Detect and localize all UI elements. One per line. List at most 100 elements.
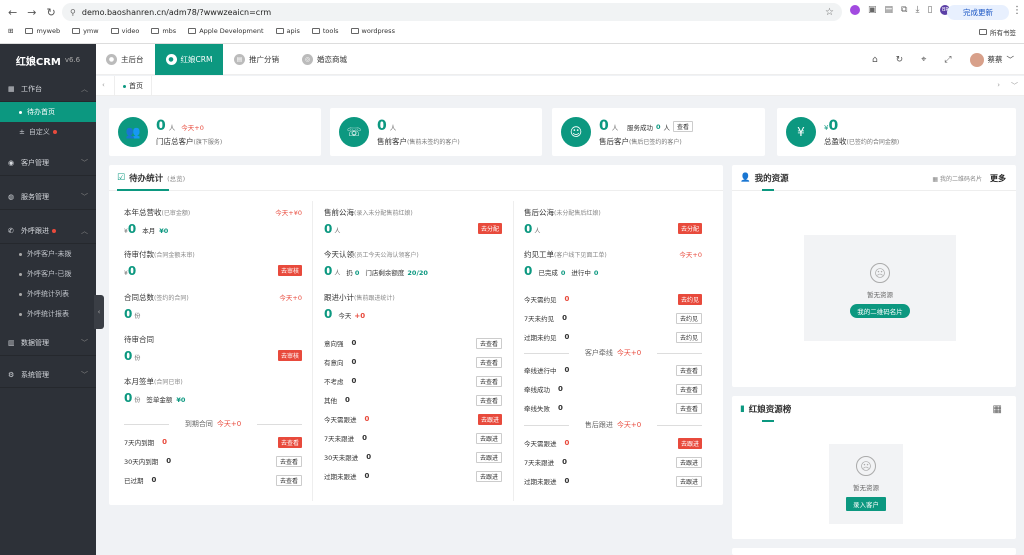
- bookmark-item[interactable]: tools: [311, 27, 339, 35]
- menu-service[interactable]: ◍ 服务管理 ﹀: [0, 184, 96, 210]
- home-icon[interactable]: ⌂: [872, 55, 878, 65]
- back-icon[interactable]: ←: [8, 6, 17, 19]
- view-button[interactable]: 去查看: [275, 474, 302, 486]
- bookmark-item[interactable]: Apple Development: [188, 27, 264, 35]
- bookmark-item[interactable]: apis: [275, 27, 300, 35]
- follow-up-button[interactable]: 去跟进: [475, 432, 502, 444]
- sidebar-item-outbound-undialed[interactable]: 外呼客户-未拨: [0, 244, 96, 264]
- all-bookmarks[interactable]: 所有书签: [979, 27, 1016, 37]
- site-info-icon[interactable]: ⚲: [70, 8, 76, 17]
- extensions: ▣ ▤ ⧉ ⤓ ▯ BR: [850, 5, 951, 15]
- view-button[interactable]: 去查看: [275, 455, 302, 467]
- menu-label: 自定义: [28, 128, 50, 136]
- sidebar-item-outbound-report[interactable]: 外呼统计报表: [0, 304, 96, 324]
- menu-workbench[interactable]: ▦ 工作台 ︿: [0, 76, 96, 102]
- item-value: 0: [524, 222, 533, 236]
- review-button[interactable]: 去审核: [277, 265, 302, 276]
- url-text[interactable]: demo.baoshanren.cn/adm78/?wwwzeaicn=crm: [82, 8, 271, 17]
- follow-up-button[interactable]: 去跟进: [477, 413, 502, 425]
- more-link[interactable]: 更多: [990, 173, 1006, 184]
- review-button[interactable]: 去审核: [277, 350, 302, 361]
- sidebar-item-todo-home[interactable]: 待办首页: [0, 102, 96, 122]
- tab-label: 婚恋商城: [317, 55, 347, 64]
- bookmark-star-icon[interactable]: ☆: [825, 7, 834, 18]
- split-icon[interactable]: ▯: [927, 5, 932, 15]
- claim-today: 今天认领(员工今天公海认领客户) 0 人扔 0 门店剩余额度 20/20: [324, 249, 502, 278]
- assign-button[interactable]: 去分配: [477, 223, 502, 234]
- view-button[interactable]: 去查看: [675, 402, 702, 414]
- qr-icon: ▦: [932, 176, 940, 183]
- extension-icon[interactable]: ▣: [868, 5, 877, 15]
- stat-number: 0: [599, 118, 609, 134]
- more-menu-icon[interactable]: ⋮: [1012, 5, 1022, 16]
- apps-icon[interactable]: ⊞: [8, 27, 13, 35]
- add-customer-button[interactable]: 录入客户: [846, 497, 886, 511]
- download-icon[interactable]: ⤓: [915, 5, 919, 15]
- view-button[interactable]: 去查看: [475, 337, 502, 349]
- view-button[interactable]: 去查看: [475, 356, 502, 368]
- list-item: 牵线失败 0 去查看: [524, 401, 702, 415]
- follow-up-button[interactable]: 去跟进: [675, 475, 702, 487]
- refresh-icon[interactable]: ↻: [896, 55, 904, 65]
- qr-code-icon[interactable]: ▦: [993, 404, 1002, 415]
- meet-button[interactable]: 去约见: [675, 312, 702, 324]
- qr-card-link[interactable]: ▦ 我的二维码名片: [932, 174, 982, 183]
- menu-data[interactable]: ▥ 数据管理 ﹀: [0, 330, 96, 356]
- update-button[interactable]: 完成更新: [947, 5, 1009, 20]
- stat-title: 总盈收: [824, 137, 847, 146]
- view-button[interactable]: 去查看: [475, 375, 502, 387]
- view-button[interactable]: 去查看: [277, 436, 302, 448]
- puzzle-icon[interactable]: ⧉: [901, 5, 907, 15]
- extension-icon[interactable]: ▤: [885, 5, 894, 15]
- view-button[interactable]: 去查看: [675, 383, 702, 395]
- sidebar-item-custom[interactable]: ± 自定义: [0, 122, 96, 142]
- bookmark-item[interactable]: wordpress: [350, 27, 395, 35]
- database-icon: ▥: [8, 338, 15, 347]
- tab-main-admin[interactable]: ● 主后台: [106, 44, 154, 75]
- tab-distribution[interactable]: ▤ 推广分销: [234, 44, 294, 75]
- view-button[interactable]: 去查看: [675, 364, 702, 376]
- follow-up-button[interactable]: 去跟进: [475, 451, 502, 463]
- stat-value: 0人: [599, 118, 618, 134]
- item-subtitle: (已审金额): [161, 210, 191, 217]
- fullscreen-icon[interactable]: ⤢: [944, 55, 951, 65]
- clean-icon[interactable]: ⌖: [921, 55, 926, 65]
- assign-button[interactable]: 去分配: [677, 223, 702, 234]
- menu-outbound[interactable]: ✆ 外呼跟进 ︿: [0, 218, 96, 244]
- extension-icon[interactable]: [850, 5, 860, 15]
- view-button[interactable]: 查看: [673, 121, 694, 132]
- user-menu[interactable]: 蔡蔡 ﹀: [969, 52, 1014, 67]
- folder-icon: [72, 28, 81, 34]
- bookmark-item[interactable]: video: [110, 27, 139, 35]
- follow-up-button[interactable]: 去跟进: [675, 456, 702, 468]
- meet-button[interactable]: 去约见: [675, 331, 702, 343]
- follow-up-button[interactable]: 去跟进: [475, 470, 502, 482]
- forward-icon[interactable]: →: [27, 6, 36, 19]
- scroll-left-icon[interactable]: ‹: [102, 81, 105, 89]
- row-value: 0: [564, 366, 570, 374]
- list-item: 今天需跟进 0 去跟进: [324, 412, 502, 426]
- qr-card-button[interactable]: 我的二维码名片: [850, 304, 910, 318]
- tab-crm[interactable]: ● 红娘CRM: [155, 44, 223, 75]
- sidebar-collapse-handle[interactable]: ‹: [94, 295, 104, 329]
- menu-system[interactable]: ⚙ 系统管理 ﹀: [0, 362, 96, 388]
- reload-icon[interactable]: ↻: [46, 6, 55, 19]
- follow-up-button[interactable]: 去跟进: [677, 437, 702, 449]
- menu-customer[interactable]: ◉ 客户管理 ﹀: [0, 150, 96, 176]
- sidebar-item-outbound-list[interactable]: 外呼统计列表: [0, 284, 96, 304]
- tab-menu-icon[interactable]: ﹀: [1011, 81, 1018, 91]
- tab-home[interactable]: 首页: [114, 76, 152, 96]
- bookmark-label: apis: [286, 27, 300, 35]
- bookmark-item[interactable]: mbs: [151, 27, 176, 35]
- sad-face-icon: ☹: [870, 263, 890, 283]
- scroll-right-icon[interactable]: ›: [997, 81, 1000, 89]
- view-button[interactable]: 去查看: [475, 394, 502, 406]
- bookmark-item[interactable]: ymw: [72, 27, 99, 35]
- tab-mall[interactable]: ◎ 婚恋商城: [302, 44, 362, 75]
- item-unit: 份: [134, 397, 141, 404]
- item-value: 0: [127, 264, 137, 278]
- bookmark-item[interactable]: myweb: [25, 27, 60, 35]
- sidebar-item-outbound-dialed[interactable]: 外呼客户-已拨: [0, 264, 96, 284]
- meet-button[interactable]: 去约见: [677, 293, 702, 305]
- address-bar[interactable]: ⚲ demo.baoshanren.cn/adm78/?wwwzeaicn=cr…: [62, 3, 842, 21]
